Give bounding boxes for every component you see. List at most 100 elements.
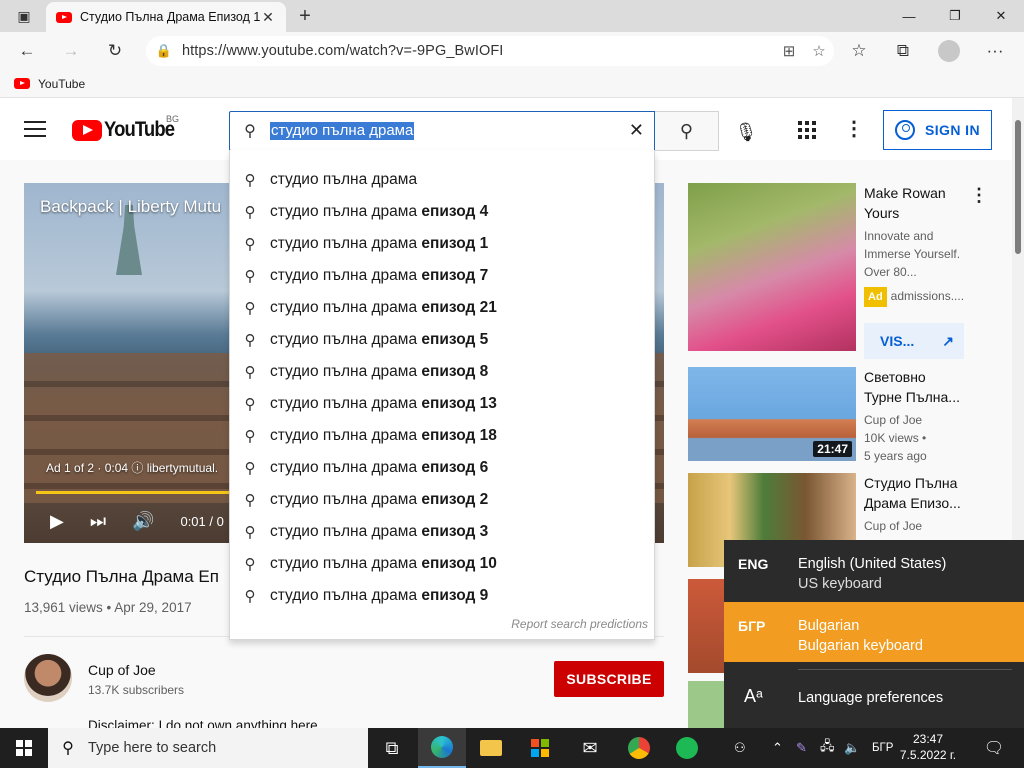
suggestion-item[interactable]: ⚲ студио пълна драма епизод 10 [230, 548, 654, 580]
input-language-indicator[interactable]: БГР [872, 728, 893, 768]
suggestion-item[interactable]: ⚲ студио пълна драма епизод 1 [230, 228, 654, 260]
network-icon[interactable]: 🖧 [820, 728, 835, 768]
suggestion-list: ⚲ студио пълна драма ⚲ студио пълна драма е… [230, 150, 654, 612]
search-icon: ⚲ [244, 204, 256, 221]
search-input[interactable]: ⚲ студио пълна драма ✕ [229, 111, 655, 151]
close-window-button[interactable]: ✕ [978, 0, 1024, 32]
spotify-icon[interactable] [663, 728, 711, 768]
channel-name[interactable]: Cup of Joe [88, 662, 156, 678]
search-value[interactable]: студио пълна драма [270, 122, 415, 140]
collections-icon[interactable]: ⧉ [888, 36, 918, 66]
tab-close-icon[interactable]: ✕ [260, 9, 276, 26]
sign-in-button[interactable]: SIGN IN [883, 110, 992, 150]
visit-site-button[interactable]: VIS... ↗ [864, 323, 964, 359]
video-title-line2[interactable]: Драма Епизо... [864, 493, 968, 513]
language-option-bulgarian[interactable]: БГР Bulgarian Bulgarian keyboard [724, 602, 1024, 662]
more-options-icon[interactable]: ⋮ [970, 185, 988, 206]
more-options-icon[interactable]: ⋮ [844, 118, 864, 142]
microphone-icon[interactable]: 🎙 [732, 118, 760, 146]
restore-button[interactable]: ❐ [932, 0, 978, 32]
visit-label: VIS... [880, 333, 915, 349]
taskbar-search-box[interactable]: ⚲ Type here to search [48, 728, 368, 768]
play-icon[interactable]: ▶ [50, 511, 64, 532]
task-view-icon[interactable]: ⧉ [368, 728, 416, 768]
bookmark-youtube[interactable]: YouTube [38, 77, 85, 91]
search-icon: ⚲ [244, 524, 256, 541]
suggestion-item[interactable]: ⚲ студио пълна драма епизод 6 [230, 452, 654, 484]
suggestion-item[interactable]: ⚲ студио пълна драма епизод 9 [230, 580, 654, 612]
people-icon[interactable]: ⚇ [734, 728, 746, 768]
ad-title-line1[interactable]: Make Rowan [864, 183, 968, 203]
sidebar-video[interactable]: 21:47 Световно Турне Пълна... Cup of Joe… [688, 367, 988, 463]
suggestion-item[interactable]: ⚲ студио пълна драма епизод 18 [230, 420, 654, 452]
favorites-icon[interactable]: ☆ [844, 36, 874, 66]
mail-icon[interactable]: ✉ [566, 728, 614, 768]
profile-avatar[interactable] [934, 36, 964, 66]
suggestion-completion: епизод 9 [421, 587, 489, 604]
suggestion-completion: епизод 18 [421, 427, 497, 444]
tab-actions-icon[interactable]: ▣ [8, 6, 40, 26]
suggestion-item[interactable]: ⚲ студио пълна драма [230, 164, 654, 196]
browser-tab[interactable]: Студио Пълна Драма Епизод 1 ✕ [46, 2, 286, 32]
report-predictions-link[interactable]: Report search predictions [511, 617, 648, 631]
search-icon: ⚲ [244, 556, 256, 573]
search-icon: ⚲ [244, 460, 256, 477]
suggestion-item[interactable]: ⚲ студио пълна драма епизод 2 [230, 484, 654, 516]
suggestion-item[interactable]: ⚲ студио пълна драма епизод 3 [230, 516, 654, 548]
next-icon[interactable]: ⏭ [90, 511, 106, 532]
suggestion-text: студио пълна драма [270, 587, 422, 604]
video-thumbnail[interactable]: 21:47 [688, 367, 856, 461]
video-channel[interactable]: Cup of Joe [864, 411, 922, 429]
suggestion-item[interactable]: ⚲ студио пълна драма епизод 4 [230, 196, 654, 228]
subscribe-button[interactable]: SUBSCRIBE [554, 661, 664, 697]
edge-icon[interactable] [418, 728, 466, 768]
ad-thumbnail[interactable] [688, 183, 856, 351]
search-icon: ⚲ [244, 268, 256, 285]
add-favorite-icon[interactable]: ☆ [804, 42, 834, 60]
settings-more-icon[interactable]: ··· [980, 36, 1010, 66]
language-option-english[interactable]: ENG English (United States) US keyboard [724, 540, 1024, 600]
suggestion-completion: епизод 21 [421, 299, 497, 316]
minimize-button[interactable]: — [886, 0, 932, 32]
ad-title-line2[interactable]: Yours [864, 203, 968, 223]
video-channel[interactable]: Cup of Joe [864, 517, 922, 535]
suggestion-item[interactable]: ⚲ студио пълна драма епизод 7 [230, 260, 654, 292]
language-preferences-link[interactable]: Aᵃ Language preferences [724, 670, 1024, 728]
video-title-line1[interactable]: Световно [864, 367, 968, 387]
notifications-icon[interactable]: 🗨 [974, 728, 1014, 768]
menu-icon[interactable] [24, 118, 46, 140]
lock-icon[interactable]: 🔒 [146, 43, 182, 59]
ad-title[interactable]: Backpack | Liberty Mutu [40, 197, 221, 217]
suggestion-item[interactable]: ⚲ студио пълна драма епизод 8 [230, 356, 654, 388]
sidebar-ad[interactable]: Make Rowan Yours Innovate and Immerse Yo… [688, 183, 988, 359]
file-explorer-icon[interactable] [467, 728, 515, 768]
show-hidden-icons-icon[interactable]: ⌃ [772, 728, 783, 768]
search-button[interactable]: ⚲ [655, 111, 719, 151]
suggestion-item[interactable]: ⚲ студио пълна драма епизод 13 [230, 388, 654, 420]
address-bar[interactable]: 🔒 https://www.youtube.com/watch?v=-9PG_B… [146, 36, 834, 66]
start-button[interactable] [0, 728, 48, 768]
channel-avatar[interactable] [24, 654, 72, 702]
clear-search-icon[interactable]: ✕ [629, 120, 644, 141]
external-link-icon: ↗ [942, 332, 954, 349]
scrollbar-thumb[interactable] [1015, 120, 1021, 254]
app-available-icon[interactable]: ⊞ [774, 42, 804, 60]
forward-icon[interactable]: → [56, 36, 86, 66]
volume-icon[interactable]: 🔊 [132, 511, 154, 532]
video-title-line1[interactable]: Студио Пълна [864, 473, 968, 493]
new-tab-button[interactable]: + [292, 4, 318, 28]
back-icon[interactable]: ← [12, 36, 42, 66]
chrome-icon[interactable] [615, 728, 663, 768]
apps-grid-icon[interactable] [795, 118, 819, 142]
volume-icon[interactable]: 🔈 [844, 728, 860, 768]
video-title-line2[interactable]: Турне Пълна... [864, 387, 968, 407]
youtube-logo[interactable]: YouTube BG [72, 114, 184, 142]
store-icon[interactable] [516, 728, 564, 768]
taskbar-clock[interactable]: 23:47 7.5.2022 г. [895, 731, 961, 763]
refresh-icon[interactable]: ↻ [100, 36, 130, 66]
suggestion-item[interactable]: ⚲ студио пълна драма епизод 5 [230, 324, 654, 356]
search-suggestions: ⚲ студио пълна драма ⚲ студио пълна драма е… [229, 150, 655, 640]
pen-icon[interactable]: ✎ [796, 728, 807, 768]
url-text[interactable]: https://www.youtube.com/watch?v=-9PG_BwI… [182, 43, 774, 59]
suggestion-item[interactable]: ⚲ студио пълна драма епизод 21 [230, 292, 654, 324]
